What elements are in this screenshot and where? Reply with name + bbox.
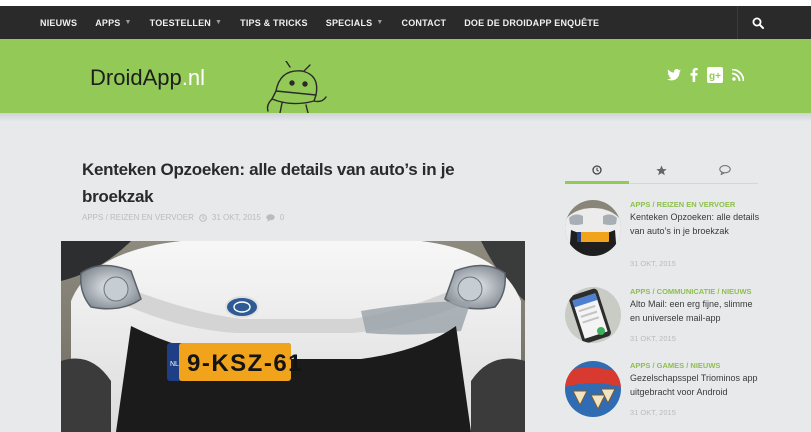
tab-recent[interactable]: [565, 156, 629, 184]
facebook-icon[interactable]: [690, 68, 698, 82]
svg-text:g+: g+: [709, 71, 721, 82]
car-thumbnail-icon: [565, 200, 621, 256]
article-title[interactable]: Kenteken Opzoeken: alle details van auto…: [82, 156, 462, 210]
article-meta: APPS / REIZEN EN VERVOER 31 OKT, 2015 0: [82, 213, 284, 222]
clock-icon: [199, 213, 207, 222]
article-date: 31 OKT, 2015: [211, 213, 261, 222]
comment-icon: [266, 213, 275, 222]
site-header: DroidApp.nl g+: [0, 39, 811, 113]
post-date: 31 OKT, 2015: [630, 334, 676, 343]
article-hero-image[interactable]: NL 9-KSZ-61: [61, 241, 525, 432]
nav-label: APPS: [95, 17, 121, 28]
nav-item-specials[interactable]: SPECIALS ▼: [326, 18, 384, 28]
post-title[interactable]: Gezelschapsspel Triominos app uitgebrach…: [630, 372, 765, 399]
android-mascot-icon: [266, 61, 327, 113]
brand-name: DroidApp: [90, 65, 182, 90]
license-plate-country: NL: [170, 361, 179, 368]
post-title[interactable]: Alto Mail: een erg fijne, slimme en univ…: [630, 298, 765, 325]
article-category[interactable]: APPS / REIZEN EN VERVOER: [82, 213, 194, 222]
game-thumbnail-icon: [565, 361, 621, 417]
nav-item-enquete[interactable]: DOE DE DROIDAPP ENQUÊTE: [464, 18, 599, 28]
nav-item-tips-tricks[interactable]: TIPS & TRICKS: [240, 18, 308, 28]
caret-down-icon: ▼: [215, 19, 223, 26]
social-links: g+: [667, 67, 744, 83]
rss-icon[interactable]: [732, 69, 744, 81]
post-category[interactable]: APPS / REIZEN EN VERVOER: [630, 200, 735, 209]
active-tab-indicator: [565, 181, 629, 184]
post-thumbnail[interactable]: [565, 200, 621, 256]
main-content: Kenteken Opzoeken: alle details van auto…: [0, 121, 811, 432]
tab-popular[interactable]: [629, 156, 693, 184]
nav-item-contact[interactable]: CONTACT: [402, 18, 447, 28]
header-shadow: [0, 113, 811, 121]
clock-icon: [592, 165, 602, 175]
post-title[interactable]: Kenteken Opzoeken: alle details van auto…: [630, 211, 765, 238]
nav-menu: NIEUWS APPS ▼ TOESTELLEN ▼ TIPS & TRICKS S…: [40, 6, 617, 39]
nav-label: SPECIALS: [325, 17, 373, 28]
main-nav: NIEUWS APPS ▼ TOESTELLEN ▼ TIPS & TRICKS S…: [0, 6, 811, 39]
caret-down-icon: ▼: [376, 19, 384, 26]
post-thumbnail[interactable]: [565, 287, 621, 343]
nav-label: DOE DE DROIDAPP ENQUÊTE: [464, 17, 600, 28]
sidebar-post[interactable]: APPS / COMMUNICATIE / NIEUWS Alto Mail: …: [565, 287, 765, 357]
search-button[interactable]: [737, 6, 777, 39]
caret-down-icon: ▼: [124, 19, 132, 26]
brand-tld: .nl: [181, 65, 205, 90]
twitter-icon[interactable]: [667, 69, 681, 81]
comments-icon: [719, 165, 731, 175]
post-date: 31 OKT, 2015: [630, 259, 676, 268]
phone-thumbnail-icon: [565, 287, 621, 343]
article-comment-count[interactable]: 0: [280, 213, 284, 222]
car-illustration: NL 9-KSZ-61: [61, 241, 525, 432]
star-icon: [655, 165, 667, 175]
nav-label: CONTACT: [401, 17, 447, 28]
license-plate-text: 9-KSZ-61: [187, 350, 303, 377]
post-category[interactable]: APPS / GAMES / NIEUWS: [630, 361, 720, 370]
post-date: 31 OKT, 2015: [630, 408, 676, 417]
post-category[interactable]: APPS / COMMUNICATIE / NIEUWS: [630, 287, 752, 296]
post-thumbnail[interactable]: [565, 361, 621, 417]
nav-item-toestellen[interactable]: TOESTELLEN ▼: [150, 18, 222, 28]
nav-label: TOESTELLEN: [149, 17, 211, 28]
nav-item-nieuws[interactable]: NIEUWS: [40, 18, 77, 28]
tab-comments[interactable]: [693, 156, 757, 184]
search-icon: [752, 17, 764, 29]
sidebar-post[interactable]: APPS / REIZEN EN VERVOER Kenteken Opzoek…: [565, 200, 765, 270]
sidebar-tabs: [565, 156, 758, 184]
nav-label: TIPS & TRICKS: [240, 17, 308, 28]
site-logo[interactable]: DroidApp.nl: [90, 65, 205, 91]
nav-item-apps[interactable]: APPS ▼: [95, 18, 131, 28]
sidebar-post[interactable]: APPS / GAMES / NIEUWS Gezelschapsspel Tr…: [565, 361, 765, 431]
google-plus-icon[interactable]: g+: [707, 67, 723, 83]
nav-label: NIEUWS: [40, 17, 78, 28]
